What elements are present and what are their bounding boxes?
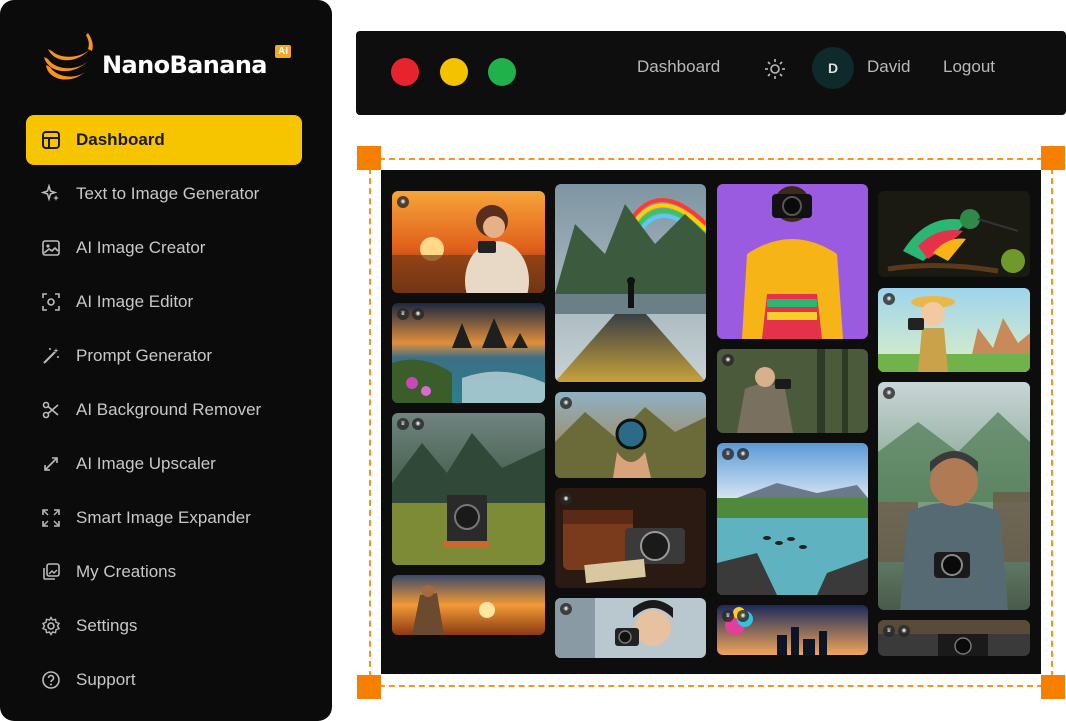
gallery-image-coastal-rocks-sunset[interactable]: ♛ ◉ (392, 303, 545, 403)
sidebar-item-label: My Creations (76, 562, 177, 581)
top-dashboard-link[interactable]: Dashboard (637, 57, 720, 77)
window-minimize-button[interactable] (440, 58, 468, 86)
sidebar-item-settings[interactable]: Settings (26, 601, 302, 651)
resize-handle-bottom-left[interactable] (357, 675, 381, 699)
gallery-image-camera-on-table[interactable]: ♛ ◉ (878, 620, 1030, 656)
gallery-image-leather-bag-cameras[interactable]: ◉ (555, 488, 706, 588)
sidebar-item-label: Support (76, 670, 136, 689)
gallery-image-hiker-photographing-sunset[interactable] (392, 575, 545, 635)
sidebar-item-image-upscaler[interactable]: AI Image Upscaler (26, 439, 302, 489)
gallery-image-rainbow-mountain-road[interactable] (555, 184, 706, 382)
gallery-image-vintage-camera-meadow[interactable]: ♛ ◉ (392, 413, 545, 565)
scissors-icon (40, 399, 62, 421)
window-close-button[interactable] (391, 58, 419, 86)
sidebar-item-dashboard[interactable]: Dashboard (26, 115, 302, 165)
sidebar-item-prompt-generator[interactable]: Prompt Generator (26, 331, 302, 381)
sidebar-item-ai-image-creator[interactable]: AI Image Creator (26, 223, 302, 273)
expand-corners-icon (40, 507, 62, 529)
top-bar: Dashboard D David Logout (356, 31, 1066, 115)
gallery-image-colorful-city-skyline[interactable]: ♛ ◉ (717, 605, 868, 655)
sidebar-item-background-remover[interactable]: AI Background Remover (26, 385, 302, 435)
sidebar-item-label: AI Image Creator (76, 238, 206, 257)
image-icon (40, 237, 62, 259)
sidebar-item-label: Smart Image Expander (76, 508, 251, 527)
ai-badge: AI (275, 45, 291, 58)
sidebar-item-smart-image-expander[interactable]: Smart Image Expander (26, 493, 302, 543)
sparkles-icon (40, 183, 62, 205)
help-circle-icon (40, 669, 62, 691)
sidebar-item-label: Prompt Generator (76, 346, 213, 365)
expand-arrows-icon (40, 453, 62, 475)
gallery-image-woman-camera-forest[interactable]: ◉ (717, 349, 868, 433)
sidebar-nav: Dashboard Text to Image Generator AI Ima… (26, 115, 302, 709)
sidebar-item-label: Text to Image Generator (76, 184, 260, 203)
magic-wand-icon (40, 345, 62, 367)
username[interactable]: David (867, 57, 910, 77)
sidebar-item-label: Settings (76, 616, 138, 635)
app-name: NanoBanana (102, 51, 268, 79)
sidebar-item-support[interactable]: Support (26, 655, 302, 705)
resize-handle-bottom-right[interactable] (1041, 675, 1065, 699)
image-gallery: ◉ ♛ ◉ ♛ ◉ ◉ ◉ ◉ ◉ ♛ ◉ ♛ ◉ ◉ ◉ ♛ ◉ (381, 170, 1041, 674)
resize-handle-top-right[interactable] (1041, 146, 1065, 170)
sidebar-item-my-creations[interactable]: My Creations (26, 547, 302, 597)
sidebar-item-text-to-image[interactable]: Text to Image Generator (26, 169, 302, 219)
logout-button[interactable]: Logout (943, 57, 995, 77)
window-maximize-button[interactable] (488, 58, 516, 86)
gallery-image-yellow-jacket-photographer[interactable] (717, 184, 868, 339)
sidebar: NanoBanana AI Dashboard Text to Image Ge… (0, 0, 332, 721)
resize-handle-top-left[interactable] (357, 146, 381, 170)
sidebar-item-label: Dashboard (76, 130, 165, 149)
gallery-icon (40, 561, 62, 583)
gallery-image-colorful-hummingbird[interactable] (878, 191, 1030, 277)
sun-icon[interactable] (764, 58, 786, 80)
focus-icon (40, 291, 62, 313)
sidebar-item-label: AI Image Upscaler (76, 454, 216, 473)
gallery-image-woman-camera-sunset[interactable]: ◉ (392, 191, 545, 293)
avatar[interactable]: D (812, 47, 854, 89)
gallery-image-smiling-woman-camera[interactable]: ◉ (555, 598, 706, 658)
layout-icon (40, 129, 62, 151)
gear-icon (40, 615, 62, 637)
gallery-image-man-with-camera-village[interactable]: ◉ (878, 382, 1030, 610)
sidebar-item-ai-image-editor[interactable]: AI Image Editor (26, 277, 302, 327)
gallery-image-river-ducks-landscape[interactable]: ♛ ◉ (717, 443, 868, 595)
sidebar-item-label: AI Image Editor (76, 292, 194, 311)
banana-logo-icon (44, 33, 93, 80)
gallery-image-lens-ball-valley[interactable]: ◉ (555, 392, 706, 478)
sidebar-item-label: AI Background Remover (76, 400, 262, 419)
logo[interactable]: NanoBanana (38, 28, 268, 92)
gallery-image-cartoon-explorer-camera[interactable]: ◉ (878, 288, 1030, 372)
